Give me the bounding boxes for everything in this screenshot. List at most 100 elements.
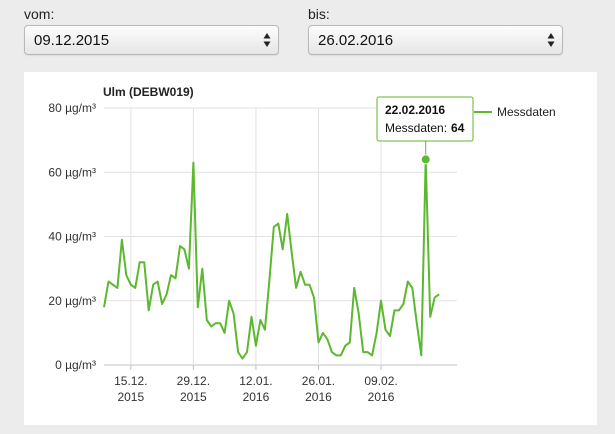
- data-point[interactable]: [214, 321, 218, 325]
- data-point[interactable]: [173, 276, 177, 280]
- data-point[interactable]: [392, 308, 396, 312]
- data-point[interactable]: [384, 328, 388, 332]
- data-point[interactable]: [401, 302, 405, 306]
- data-point[interactable]: [272, 225, 276, 229]
- data-point[interactable]: [218, 321, 222, 325]
- select-arrows-icon: [263, 33, 271, 47]
- data-point[interactable]: [294, 286, 298, 290]
- data-point[interactable]: [124, 273, 128, 277]
- data-point[interactable]: [415, 321, 419, 325]
- data-point[interactable]: [361, 350, 365, 354]
- data-point[interactable]: [133, 286, 137, 290]
- data-point[interactable]: [106, 279, 110, 283]
- select-arrows-icon: [547, 33, 555, 47]
- data-point[interactable]: [303, 283, 307, 287]
- data-point[interactable]: [241, 357, 245, 361]
- data-point[interactable]: [433, 296, 437, 300]
- data-point[interactable]: [249, 315, 253, 319]
- line-chart[interactable]: 0 µg/m³ 20 µg/m³ 40 µg/m³ 60 µg/m³ 80 µg/m³ 1…: [24, 72, 597, 425]
- y-tick-label: 60 µg/m³: [48, 165, 96, 179]
- data-point[interactable]: [352, 286, 356, 290]
- data-point[interactable]: [316, 341, 320, 345]
- data-point[interactable]: [343, 344, 347, 348]
- data-point[interactable]: [379, 299, 383, 303]
- data-point[interactable]: [102, 305, 106, 309]
- data-point[interactable]: [205, 318, 209, 322]
- data-point[interactable]: [366, 350, 370, 354]
- data-point[interactable]: [232, 312, 236, 316]
- x-tick-label: 15.12.: [114, 374, 147, 388]
- data-point[interactable]: [169, 273, 173, 277]
- legend-label: Messdaten: [497, 105, 556, 119]
- from-label: vom:: [24, 6, 55, 22]
- tooltip-value: 64: [451, 121, 465, 135]
- data-point[interactable]: [312, 296, 316, 300]
- data-point[interactable]: [115, 286, 119, 290]
- data-point[interactable]: [223, 331, 227, 335]
- data-point[interactable]: [285, 212, 289, 216]
- chart-axes: 0 µg/m³ 20 µg/m³ 40 µg/m³ 60 µg/m³ 80 µg/m³ 1…: [48, 101, 397, 404]
- data-point[interactable]: [138, 260, 142, 264]
- data-point[interactable]: [357, 312, 361, 316]
- data-point[interactable]: [339, 353, 343, 357]
- y-tick-label: 40 µg/m³: [48, 230, 96, 244]
- x-tick-label: 09.02.: [364, 374, 397, 388]
- data-point[interactable]: [209, 324, 213, 328]
- from-date-select[interactable]: 09.12.2015: [24, 25, 279, 55]
- series-line[interactable]: [103, 158, 440, 360]
- data-point[interactable]: [160, 302, 164, 306]
- legend[interactable]: Messdaten: [474, 105, 556, 119]
- data-point[interactable]: [227, 299, 231, 303]
- data-point[interactable]: [428, 315, 432, 319]
- data-point[interactable]: [111, 283, 115, 287]
- data-point[interactable]: [330, 350, 334, 354]
- data-point[interactable]: [151, 283, 155, 287]
- from-date-value: 09.12.2015: [34, 31, 110, 49]
- data-point[interactable]: [290, 251, 294, 255]
- data-point[interactable]: [276, 222, 280, 226]
- data-point[interactable]: [375, 331, 379, 335]
- data-point[interactable]: [334, 353, 338, 357]
- data-point[interactable]: [348, 341, 352, 345]
- tooltip-series-label: Messdaten:: [385, 121, 447, 135]
- to-date-select[interactable]: 26.02.2016: [308, 25, 563, 55]
- data-point[interactable]: [437, 292, 441, 296]
- data-point[interactable]: [120, 238, 124, 242]
- highlighted-point[interactable]: [420, 154, 431, 165]
- data-point[interactable]: [299, 270, 303, 274]
- data-point[interactable]: [196, 305, 200, 309]
- data-point[interactable]: [236, 350, 240, 354]
- data-point[interactable]: [142, 260, 146, 264]
- data-point[interactable]: [245, 350, 249, 354]
- data-point[interactable]: [191, 161, 195, 165]
- data-point[interactable]: [129, 283, 133, 287]
- data-point[interactable]: [200, 267, 204, 271]
- data-point[interactable]: [267, 279, 271, 283]
- y-tick-label: 20 µg/m³: [48, 294, 96, 308]
- data-point[interactable]: [258, 318, 262, 322]
- x-tick-label: 26.01.: [302, 374, 335, 388]
- data-point[interactable]: [281, 247, 285, 251]
- data-point[interactable]: [419, 353, 423, 357]
- data-point[interactable]: [156, 279, 160, 283]
- to-date-value: 26.02.2016: [318, 31, 394, 49]
- data-point[interactable]: [263, 328, 267, 332]
- data-point[interactable]: [308, 283, 312, 287]
- data-point[interactable]: [325, 337, 329, 341]
- chart-panel: 0 µg/m³ 20 µg/m³ 40 µg/m³ 60 µg/m³ 80 µg/m³ 1…: [24, 72, 597, 425]
- x-tick-label: 12.01.: [239, 374, 272, 388]
- data-point[interactable]: [187, 267, 191, 271]
- data-point[interactable]: [254, 344, 258, 348]
- y-tick-label: 80 µg/m³: [48, 101, 96, 115]
- data-point[interactable]: [370, 353, 374, 357]
- data-point[interactable]: [410, 286, 414, 290]
- data-point[interactable]: [182, 247, 186, 251]
- data-point[interactable]: [178, 244, 182, 248]
- data-point[interactable]: [165, 292, 169, 296]
- data-point[interactable]: [321, 331, 325, 335]
- data-point[interactable]: [388, 334, 392, 338]
- x-tick-label: 29.12.: [177, 374, 210, 388]
- data-point[interactable]: [147, 308, 151, 312]
- data-point[interactable]: [397, 308, 401, 312]
- data-point[interactable]: [406, 279, 410, 283]
